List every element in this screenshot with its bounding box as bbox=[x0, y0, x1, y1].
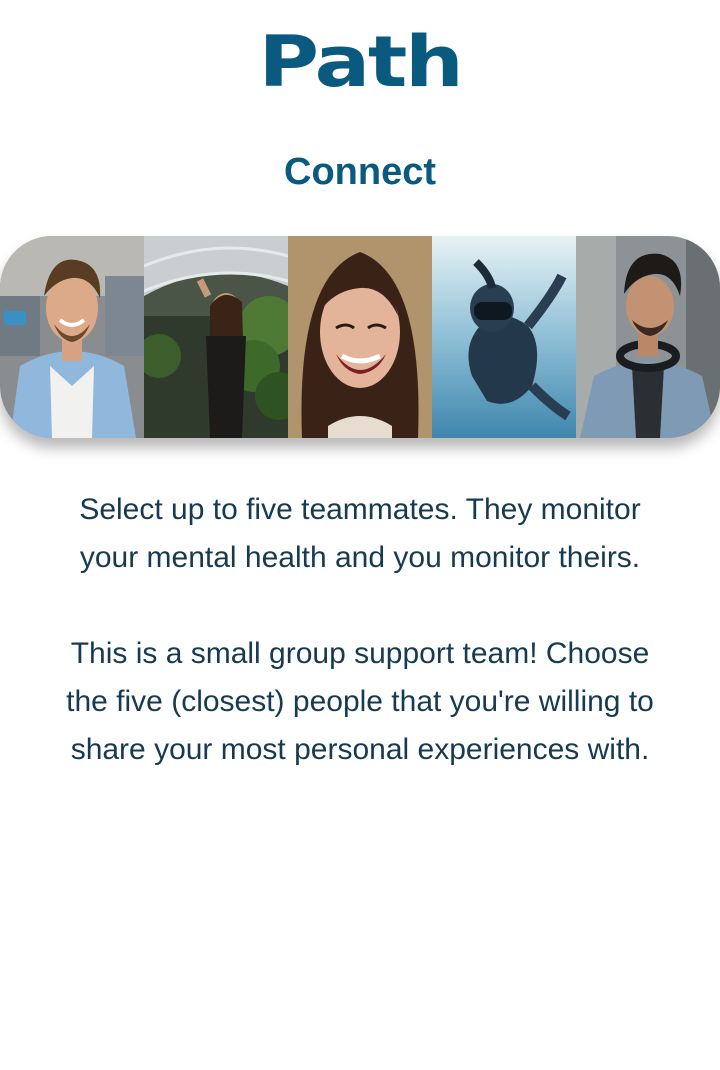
page-title: Connect bbox=[284, 151, 436, 193]
teammate-photo-strip bbox=[0, 236, 720, 438]
instructions-paragraph-1: Select up to five teammates. They monito… bbox=[79, 493, 641, 574]
laughing-woman-photo bbox=[288, 236, 432, 438]
man-with-headphones-photo bbox=[576, 236, 720, 438]
instructions-text: Select up to five teammates. They monito… bbox=[60, 486, 660, 774]
app-logo: Path bbox=[258, 21, 464, 103]
woman-in-greenhouse-photo bbox=[144, 236, 288, 438]
smiling-man-photo bbox=[0, 236, 144, 438]
underwater-swimmer-photo bbox=[432, 236, 576, 438]
instructions-paragraph-2: This is a small group support team! Choo… bbox=[66, 637, 654, 766]
